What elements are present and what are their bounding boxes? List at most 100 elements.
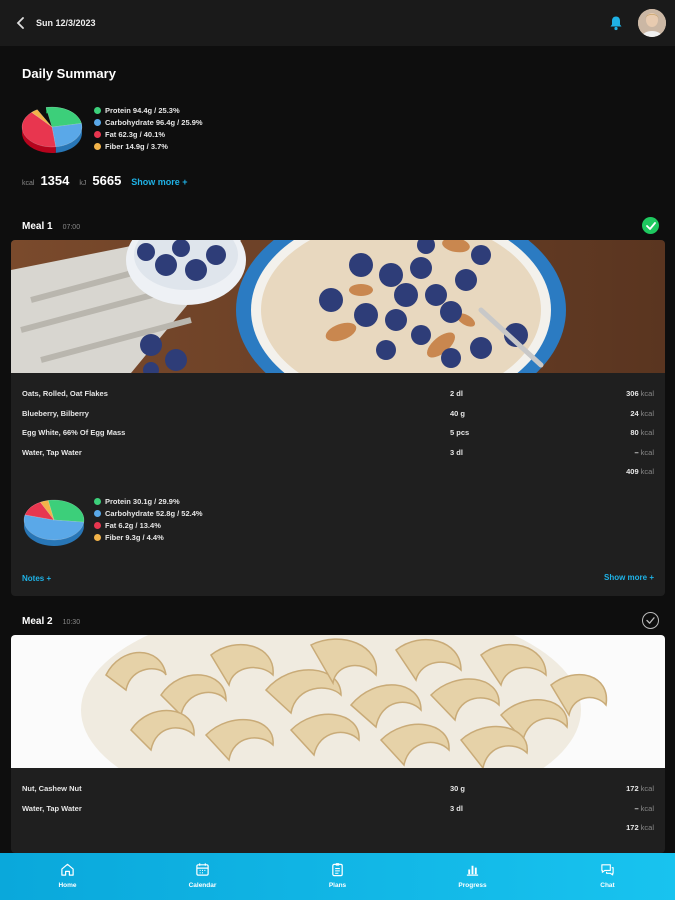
- meal-1-pie-legend-item: Fiber 9.3g / 4.4%: [94, 531, 203, 543]
- nav-home-label: Home: [58, 882, 77, 889]
- home-icon: [61, 863, 74, 876]
- food-row[interactable]: Nut, Cashew Nut 30 g 172 kcal: [22, 781, 654, 801]
- food-row[interactable]: Egg White, 66% Of Egg Mass 5 pcs 80 kcal: [22, 425, 654, 445]
- nav-calendar[interactable]: Calendar: [135, 853, 270, 900]
- nav-progress[interactable]: Progress: [405, 853, 540, 900]
- summary-show-more-link[interactable]: Show more +: [131, 177, 187, 187]
- avatar[interactable]: [638, 9, 666, 37]
- food-kcal-unit: kcal: [640, 447, 654, 457]
- food-row[interactable]: Oats, Rolled, Oat Flakes 2 dl 306 kcal: [22, 386, 654, 406]
- meal-1-card: Oats, Rolled, Oat Flakes 2 dl 306 kcal Bl…: [11, 240, 665, 596]
- food-row[interactable]: Water, Tap Water 3 dl – kcal: [22, 445, 654, 465]
- food-kcal-value: 172: [626, 784, 639, 793]
- summary-pie-legend-label: Fat 62.3g / 40.1%: [105, 129, 166, 139]
- meal-2-food-list: Nut, Cashew Nut 30 g 172 kcal Water, Tap …: [11, 768, 665, 839]
- energy-totals: kcal 1354 kJ 5665 Show more +: [22, 173, 188, 188]
- summary-pie-legend-label: Carbohydrate 96.4g / 25.9%: [105, 117, 203, 127]
- bell-icon[interactable]: [609, 15, 623, 31]
- meal-1-pie-legend-label: Fat 6.2g / 13.4%: [105, 520, 161, 530]
- summary-macro-legend: Protein 94.4g / 25.3% Carbohydrate 96.4g …: [94, 104, 203, 152]
- food-kcal-value: –: [634, 803, 639, 813]
- kj-unit: kJ: [79, 180, 87, 187]
- meal-2-unchecked-icon[interactable]: [642, 612, 659, 629]
- food-kcal: – kcal: [634, 804, 654, 813]
- food-name: Nut, Cashew Nut: [22, 784, 82, 793]
- nav-chat[interactable]: Chat: [540, 853, 675, 900]
- meal-1-show-more-link[interactable]: Show more +: [604, 573, 654, 582]
- meal-1-macro-legend: Protein 30.1g / 29.9% Carbohydrate 52.8g …: [94, 495, 203, 543]
- food-kcal-unit: kcal: [640, 784, 654, 793]
- meal-2-time: 10:30: [62, 619, 81, 626]
- meal-1-pie-legend-item: Fat 6.2g / 13.4%: [94, 519, 203, 531]
- kcal-unit: kcal: [22, 180, 35, 187]
- meal-1-total: 409 kcal: [22, 464, 654, 483]
- nav-plans-label: Plans: [328, 882, 347, 889]
- food-quantity: 3 dl: [450, 803, 463, 813]
- meal-1-photo: [11, 240, 665, 373]
- food-kcal-value: 24: [630, 408, 639, 418]
- meal-1-header: Meal 1 07:00: [22, 221, 80, 232]
- top-bar: Sun 12/3/2023: [0, 0, 675, 46]
- kj-value: 5665: [92, 173, 122, 188]
- summary-macro-pie-chart: [21, 106, 83, 153]
- clipboard-icon: [332, 863, 343, 877]
- total-kcal-value: 172: [626, 823, 639, 832]
- bottom-navigation: Home Calendar Plans Progress Chat: [0, 853, 675, 900]
- food-kcal-unit: kcal: [640, 803, 654, 813]
- nav-calendar-label: Calendar: [188, 882, 217, 889]
- meal-1-pie-legend-label: Fiber 9.3g / 4.4%: [105, 532, 164, 542]
- nav-plans[interactable]: Plans: [270, 853, 405, 900]
- back-icon[interactable]: [14, 16, 28, 30]
- food-quantity: 3 dl: [450, 447, 463, 457]
- food-row[interactable]: Blueberry, Bilberry 40 g 24 kcal: [22, 406, 654, 426]
- food-kcal-unit: kcal: [640, 389, 654, 398]
- food-quantity: 2 dl: [450, 389, 463, 398]
- meal-2-card: Nut, Cashew Nut 30 g 172 kcal Water, Tap …: [11, 635, 665, 853]
- meal-1-pie-legend-dot: [94, 521, 101, 529]
- food-kcal-value: 306: [626, 389, 639, 398]
- food-kcal: – kcal: [634, 448, 654, 457]
- meal-1-checked-icon[interactable]: [642, 217, 659, 234]
- meal-2-photo: [11, 635, 665, 768]
- food-quantity: 5 pcs: [450, 428, 470, 437]
- food-kcal: 306 kcal: [626, 389, 654, 398]
- food-kcal-unit: kcal: [640, 408, 654, 418]
- food-kcal: 24 kcal: [630, 409, 654, 418]
- meal-1-title: Meal 1: [22, 221, 53, 232]
- summary-pie-legend-label: Fiber 14.9g / 3.7%: [105, 141, 168, 151]
- meal-1-pie-legend-label: Protein 30.1g / 29.9%: [105, 496, 180, 506]
- food-kcal: 80 kcal: [630, 428, 654, 437]
- current-date[interactable]: Sun 12/3/2023: [36, 18, 96, 28]
- meal-2-title: Meal 2: [22, 616, 53, 627]
- total-kcal-value: 409: [626, 467, 639, 476]
- nav-home[interactable]: Home: [0, 853, 135, 900]
- total-kcal-unit: kcal: [640, 467, 654, 476]
- summary-pie-legend-dot: [94, 106, 101, 114]
- meal-1-pie-legend-item: Carbohydrate 52.8g / 52.4%: [94, 507, 203, 519]
- summary-pie-legend-dot: [94, 130, 101, 138]
- nav-progress-label: Progress: [458, 882, 487, 889]
- total-kcal-unit: kcal: [640, 823, 654, 832]
- food-name: Egg White, 66% Of Egg Mass: [22, 428, 126, 437]
- summary-pie-legend-item: Protein 94.4g / 25.3%: [94, 104, 203, 116]
- food-kcal-unit: kcal: [640, 428, 654, 437]
- summary-pie-legend-item: Fat 62.3g / 40.1%: [94, 128, 203, 140]
- food-name: Water, Tap Water: [22, 803, 82, 813]
- meal-2-total: 172 kcal: [22, 820, 654, 839]
- food-name: Water, Tap Water: [22, 447, 82, 457]
- meal-1-pie-legend-dot: [94, 509, 101, 517]
- meal-1-time: 07:00: [62, 224, 81, 231]
- summary-pie-legend-label: Protein 94.4g / 25.3%: [105, 105, 180, 115]
- food-kcal-value: 80: [630, 428, 639, 437]
- meal-2-header: Meal 2 10:30: [22, 616, 80, 627]
- food-kcal: 172 kcal: [626, 784, 654, 793]
- meal-1-notes-link[interactable]: Notes +: [22, 574, 51, 583]
- nav-chat-label: Chat: [600, 882, 615, 889]
- summary-pie-legend-dot: [94, 118, 101, 126]
- summary-pie-legend-item: Carbohydrate 96.4g / 25.9%: [94, 116, 203, 128]
- summary-pie-legend-item: Fiber 14.9g / 3.7%: [94, 140, 203, 152]
- meal-1-food-list: Oats, Rolled, Oat Flakes 2 dl 306 kcal Bl…: [11, 373, 665, 483]
- kcal-value: 1354: [40, 173, 70, 188]
- food-row[interactable]: Water, Tap Water 3 dl – kcal: [22, 801, 654, 821]
- meal-1-pie-legend-item: Protein 30.1g / 29.9%: [94, 495, 203, 507]
